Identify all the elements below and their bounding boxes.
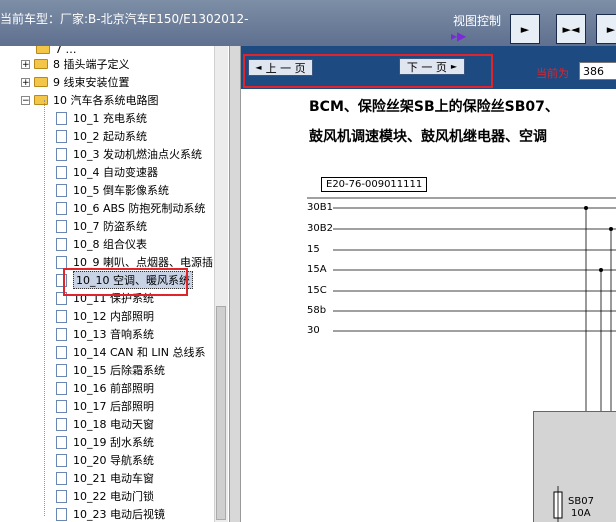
tree-item[interactable]: 10_14 CAN 和 LIN 总线系: [56, 343, 206, 361]
tree-item[interactable]: 10_4 自动变速器: [56, 163, 158, 181]
tree-item[interactable]: 10_18 电动天窗: [56, 415, 154, 433]
tree-item[interactable]: 10_16 前部照明: [56, 379, 154, 397]
tree-folder-8[interactable]: + 8 插头端子定义: [21, 55, 130, 73]
folder-icon: [34, 59, 48, 69]
document-icon: [56, 111, 67, 125]
bus-label: 30B1: [307, 202, 333, 213]
document-icon: [56, 327, 67, 341]
bus-label: 30B2: [307, 223, 333, 234]
fit-icon: ►◄: [562, 22, 580, 36]
document-icon: [56, 453, 67, 467]
document-icon: [56, 435, 67, 449]
junction-dot: [609, 227, 613, 231]
tree-label: 9 线束安装位置: [53, 76, 130, 89]
main-content: ◄ 上 一 页 下 一 页 ► 当前为 BCM、保险丝架SB上的保险丝SB07、…: [241, 46, 616, 522]
tree-item[interactable]: 10_2 起动系统: [56, 127, 147, 145]
nav-right-button[interactable]: ►: [510, 14, 540, 44]
document-icon: [56, 147, 67, 161]
document-icon: [56, 417, 67, 431]
document-icon: [56, 381, 67, 395]
bus-label: 15C: [307, 285, 327, 296]
pager-highlight-box: [243, 54, 493, 88]
tree-item[interactable]: 10_5 倒车影像系统: [56, 181, 169, 199]
tree-item[interactable]: 10_6 ABS 防抱死制动系统: [56, 199, 205, 217]
tree-label: 10 汽车各系统电路图: [53, 94, 159, 107]
view-control-icon: ▸▶: [451, 29, 467, 43]
document-icon: [56, 507, 67, 521]
nav-fit-button[interactable]: ►◄: [556, 14, 586, 44]
fuse-name: SB07: [568, 496, 594, 507]
selection-highlight-box: [63, 268, 188, 296]
document-icon: [56, 201, 67, 215]
document-icon: [56, 165, 67, 179]
tree-item[interactable]: 10_22 电动门锁: [56, 487, 154, 505]
tree-item[interactable]: 10_21 电动车窗: [56, 469, 154, 487]
arrow-right-icon: ►: [606, 22, 616, 36]
document-icon: [56, 363, 67, 377]
tree-item[interactable]: 10_23 电动后视镜: [56, 505, 165, 522]
tree-item[interactable]: 10_17 后部照明: [56, 397, 154, 415]
nav-next-button[interactable]: ►: [596, 14, 616, 44]
tree-item[interactable]: 10_20 导航系统: [56, 451, 154, 469]
view-control-label: 视图控制: [453, 14, 502, 28]
tree-folder-10[interactable]: − 10 汽车各系统电路图: [21, 91, 159, 109]
bus-label: 58b: [307, 305, 327, 316]
junction-dot: [599, 268, 603, 272]
document-icon: [56, 309, 67, 323]
document-icon: [56, 345, 67, 359]
tree-folder-9[interactable]: + 9 线束安装位置: [21, 73, 130, 91]
document-icon: [56, 255, 67, 269]
document-icon: [56, 489, 67, 503]
fuse-rating: 10A: [571, 508, 591, 519]
bus-label: 30: [307, 325, 320, 336]
document-icon: [56, 237, 67, 251]
tree-item[interactable]: 10_3 发动机燃油点火系统: [56, 145, 202, 163]
expand-icon[interactable]: +: [21, 59, 30, 69]
folder-icon: [34, 77, 48, 87]
tree-item[interactable]: 10_12 内部照明: [56, 307, 154, 325]
tree-item[interactable]: 10_8 组合仪表: [56, 235, 147, 253]
tree-label: 8 插头端子定义: [53, 58, 130, 71]
tree-item[interactable]: 10_1 充电系统: [56, 109, 147, 127]
collapse-icon[interactable]: −: [21, 95, 30, 105]
document-icon: [56, 471, 67, 485]
arrow-right-icon: ►: [520, 22, 530, 36]
bus-label: 15A: [307, 264, 327, 275]
scrollbar-thumb[interactable]: [216, 306, 226, 520]
tree-item[interactable]: 10_15 后除霜系统: [56, 361, 165, 379]
vehicle-model-label: 当前车型：厂家:B-北京汽车E150/E1302012-: [0, 12, 249, 26]
document-icon: [56, 399, 67, 413]
document-icon: [56, 183, 67, 197]
tree-item[interactable]: 10_13 音响系统: [56, 325, 154, 343]
expand-icon[interactable]: +: [21, 77, 30, 87]
bus-label: 15: [307, 244, 320, 255]
diagram-code: E20-76-009011111: [321, 177, 428, 192]
folder-icon: [36, 46, 50, 54]
tree-connector: [44, 100, 46, 516]
pane-splitter[interactable]: [229, 46, 241, 522]
tree-item[interactable]: 10_7 防盗系统: [56, 217, 147, 235]
document-icon: [56, 219, 67, 233]
junction-dot: [584, 206, 588, 210]
tree-item[interactable]: 10_19 刮水系统: [56, 433, 154, 451]
document-icon: [56, 129, 67, 143]
